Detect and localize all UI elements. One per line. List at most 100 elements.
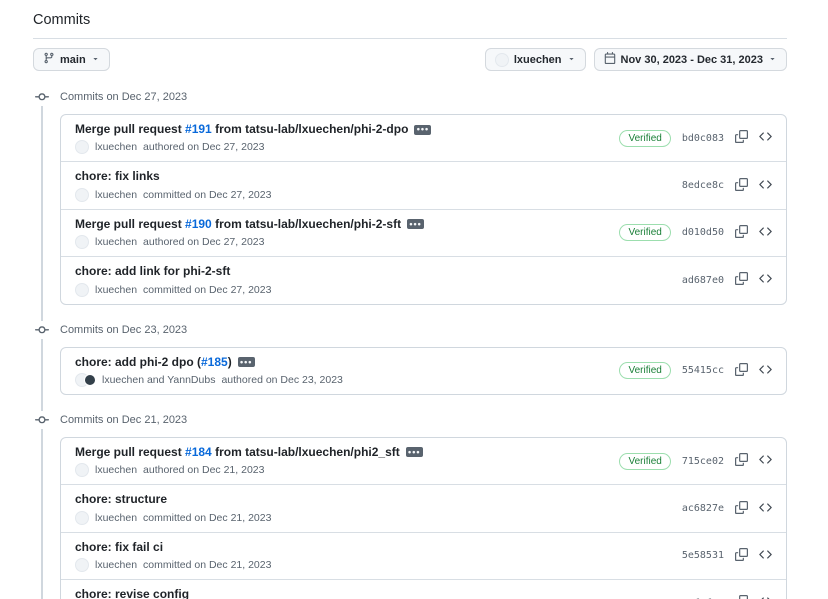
avatar-stack xyxy=(75,463,89,477)
commit-author[interactable]: lxuechen xyxy=(95,512,137,524)
commit-pr-link[interactable]: #190 xyxy=(185,217,212,231)
commit-main: Merge pull request #191 from tatsu-lab/l… xyxy=(75,122,431,154)
avatar[interactable] xyxy=(75,188,89,202)
commit-group: Commits on Dec 27, 2023 Merge pull reque… xyxy=(33,86,787,305)
verified-badge-label: Verified xyxy=(628,365,661,376)
avatar-stack xyxy=(75,188,89,202)
copy-sha-button[interactable] xyxy=(735,178,748,194)
copy-sha-button[interactable] xyxy=(735,225,748,241)
commit-hash[interactable]: ad687e0 xyxy=(682,275,724,286)
avatar[interactable] xyxy=(75,463,89,477)
commit-pr-link[interactable]: #191 xyxy=(185,122,212,136)
browse-code-button[interactable] xyxy=(759,225,772,241)
commit-hash[interactable]: 5e58531 xyxy=(682,550,724,561)
commit-author[interactable]: lxuechen xyxy=(95,141,137,153)
copy-sha-button[interactable] xyxy=(735,272,748,288)
copy-icon xyxy=(735,453,748,469)
commit-author[interactable]: lxuechen xyxy=(95,559,137,571)
copy-icon xyxy=(735,178,748,194)
commit-row: Merge pull request #190 from tatsu-lab/l… xyxy=(61,210,786,257)
ellipsis-icon[interactable] xyxy=(407,219,424,229)
toolbar-filters: lxuechen Nov 30, 2023 - Dec 31, 2023 xyxy=(485,48,787,71)
author-filter-button[interactable]: lxuechen xyxy=(485,48,586,71)
avatar-stack xyxy=(75,558,89,572)
copy-sha-button[interactable] xyxy=(735,130,748,146)
copy-icon xyxy=(735,548,748,564)
commit-author[interactable]: lxuechen and YannDubs xyxy=(102,374,215,386)
commit-title-pre: Merge pull request xyxy=(75,217,185,231)
commit-title-pre: chore: fix fail ci xyxy=(75,540,163,554)
ellipsis-icon[interactable] xyxy=(406,447,423,457)
commit-title: chore: add phi-2 dpo (#185) xyxy=(75,355,343,369)
commit-list: Merge pull request #184 from tatsu-lab/l… xyxy=(60,437,787,599)
commit-title: Merge pull request #184 from tatsu-lab/l… xyxy=(75,445,423,459)
code-icon xyxy=(759,363,772,379)
commit-action: committed on Dec 27, 2023 xyxy=(143,189,271,201)
group-date-label: Commits on Dec 21, 2023 xyxy=(60,414,187,426)
commit-author[interactable]: lxuechen xyxy=(95,464,137,476)
copy-sha-button[interactable] xyxy=(735,363,748,379)
commit-author[interactable]: lxuechen xyxy=(95,284,137,296)
copy-sha-button[interactable] xyxy=(735,501,748,517)
avatar[interactable] xyxy=(75,283,89,297)
commit-hash[interactable]: 8edce8c xyxy=(682,180,724,191)
commit-pr-link[interactable]: #185 xyxy=(201,355,228,369)
avatar-stack xyxy=(75,283,89,297)
commit-hash[interactable]: 715ce02 xyxy=(682,456,724,467)
commit-meta: lxuechen committed on Dec 21, 2023 xyxy=(75,558,271,572)
avatar[interactable] xyxy=(75,235,89,249)
ellipsis-icon[interactable] xyxy=(414,125,431,135)
copy-sha-button[interactable] xyxy=(735,453,748,469)
commit-hash[interactable]: 55415cc xyxy=(682,365,724,376)
avatar[interactable] xyxy=(75,511,89,525)
browse-code-button[interactable] xyxy=(759,501,772,517)
commit-action: authored on Dec 27, 2023 xyxy=(143,141,264,153)
commit-pr-link[interactable]: #184 xyxy=(185,445,212,459)
commit-hash[interactable]: bd0c083 xyxy=(682,133,724,144)
commit-row: Merge pull request #191 from tatsu-lab/l… xyxy=(61,115,786,162)
commit-title-pre: chore: fix links xyxy=(75,169,160,183)
browse-code-button[interactable] xyxy=(759,130,772,146)
ellipsis-icon[interactable] xyxy=(238,357,255,367)
commit-list: Merge pull request #191 from tatsu-lab/l… xyxy=(60,114,787,305)
commit-side: ad687e0 xyxy=(670,272,772,288)
branch-selector-button[interactable]: main xyxy=(33,48,110,71)
copy-icon xyxy=(735,595,748,599)
commit-meta: lxuechen authored on Dec 27, 2023 xyxy=(75,235,424,249)
page-header: Commits xyxy=(33,12,787,39)
git-branch-icon xyxy=(43,52,55,67)
verified-badge[interactable]: Verified xyxy=(619,224,670,241)
browse-code-button[interactable] xyxy=(759,178,772,194)
verified-badge-label: Verified xyxy=(628,456,661,467)
verified-badge[interactable]: Verified xyxy=(619,453,670,470)
commit-main: chore: fix links lxuechen committed on D… xyxy=(75,169,271,201)
commit-main: Merge pull request #184 from tatsu-lab/l… xyxy=(75,445,423,477)
commit-title-post: from tatsu-lab/lxuechen/phi-2-dpo xyxy=(212,122,409,136)
avatar[interactable] xyxy=(75,558,89,572)
commit-title-pre: chore: revise config xyxy=(75,587,189,599)
calendar-icon xyxy=(604,52,616,67)
commit-author[interactable]: lxuechen xyxy=(95,236,137,248)
avatar[interactable] xyxy=(75,140,89,154)
browse-code-button[interactable] xyxy=(759,272,772,288)
commit-hash[interactable]: d010d50 xyxy=(682,227,724,238)
browse-code-button[interactable] xyxy=(759,548,772,564)
date-range-button[interactable]: Nov 30, 2023 - Dec 31, 2023 xyxy=(594,48,787,71)
commit-hash[interactable]: ac6827e xyxy=(682,503,724,514)
copy-sha-button[interactable] xyxy=(735,548,748,564)
verified-badge[interactable]: Verified xyxy=(619,362,670,379)
commit-main: chore: revise config lxuechen committed … xyxy=(75,587,271,599)
commit-group: Commits on Dec 21, 2023 Merge pull reque… xyxy=(33,409,787,599)
commit-side: Verified 715ce02 xyxy=(607,453,772,470)
commit-side: 8edce8c xyxy=(670,178,772,194)
verified-badge-label: Verified xyxy=(628,227,661,238)
copy-sha-button[interactable] xyxy=(735,595,748,599)
verified-badge[interactable]: Verified xyxy=(619,130,670,147)
browse-code-button[interactable] xyxy=(759,595,772,599)
browse-code-button[interactable] xyxy=(759,363,772,379)
verified-badge-label: Verified xyxy=(628,133,661,144)
commit-author[interactable]: lxuechen xyxy=(95,189,137,201)
browse-code-button[interactable] xyxy=(759,453,772,469)
avatar-secondary[interactable] xyxy=(84,374,96,386)
group-date-label: Commits on Dec 27, 2023 xyxy=(60,91,187,103)
